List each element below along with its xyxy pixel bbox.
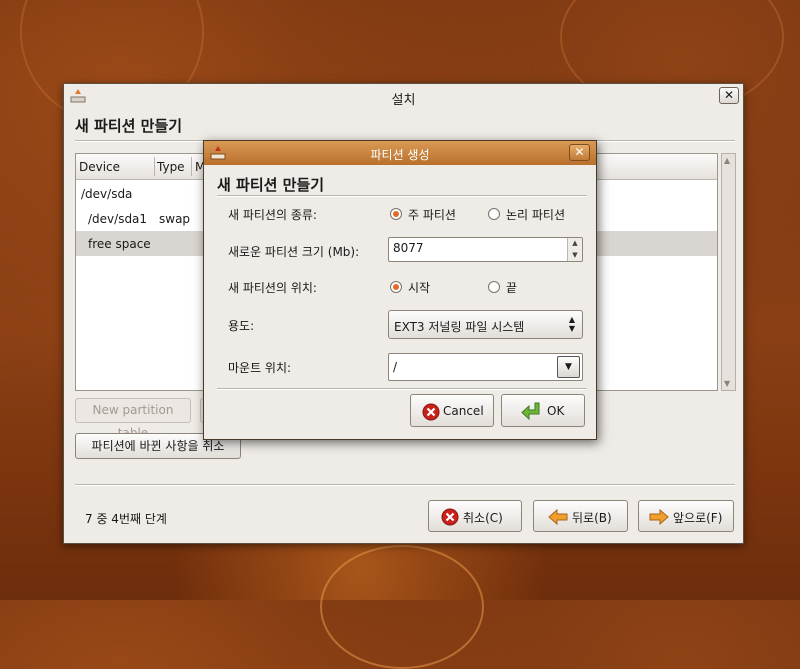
- window-title: 설치: [391, 93, 416, 108]
- radio-primary-partition[interactable]: [390, 208, 402, 220]
- partition-size-spinner[interactable]: ▲ ▼: [388, 237, 583, 262]
- cancel-icon: [422, 403, 440, 421]
- select-arrows-icon: ▲ ▼: [568, 315, 575, 333]
- radio-location-end[interactable]: [488, 281, 500, 293]
- separator: [217, 388, 587, 390]
- radio-location-start[interactable]: [390, 281, 402, 293]
- partition-type-label: 새 파티션의 종류:: [228, 208, 317, 222]
- radio-logical-partition[interactable]: [488, 208, 500, 220]
- window-close-button[interactable]: ✕: [719, 87, 739, 104]
- use-as-label: 용도:: [228, 319, 255, 333]
- spin-up-icon[interactable]: ▲: [568, 238, 582, 250]
- back-arrow-icon: [548, 509, 568, 525]
- separator: [75, 484, 735, 486]
- mount-point-label: 마운트 위치:: [228, 361, 292, 375]
- close-icon: ✕: [574, 145, 585, 159]
- partition-size-input[interactable]: [393, 241, 563, 255]
- column-header-device[interactable]: Device: [79, 160, 120, 174]
- forward-arrow-icon: [649, 509, 669, 525]
- spin-down-icon[interactable]: ▼: [568, 250, 582, 262]
- create-partition-dialog: 파티션 생성 ✕ 새 파티션 만들기 새 파티션의 종류: 주 파티션 논리 파…: [203, 140, 597, 440]
- dialog-title: 파티션 생성: [370, 148, 430, 162]
- dialog-titlebar[interactable]: 파티션 생성 ✕: [204, 141, 596, 165]
- partition-size-label: 새로운 파티션 크기 (Mb):: [228, 245, 360, 259]
- table-scrollbar[interactable]: ▲ ▼: [721, 153, 736, 391]
- filesystem-value: EXT3 저널링 파일 시스템: [394, 320, 525, 334]
- partition-location-label: 새 파티션의 위치:: [228, 281, 317, 295]
- column-divider: [154, 157, 155, 176]
- row-device: /dev/sda: [81, 187, 133, 201]
- radio-logical-label[interactable]: 논리 파티션: [506, 206, 565, 223]
- row-device: /dev/sda1: [88, 212, 148, 226]
- back-button[interactable]: 뒤로(B): [533, 500, 628, 532]
- dialog-heading: 새 파티션 만들기: [217, 176, 325, 194]
- size-spin-buttons[interactable]: ▲ ▼: [567, 238, 582, 261]
- radio-start-label[interactable]: 시작: [408, 279, 430, 296]
- new-partition-table-button[interactable]: New partition table: [75, 398, 191, 440]
- scroll-down-icon[interactable]: ▼: [724, 379, 730, 388]
- column-header-type[interactable]: Type: [157, 160, 185, 174]
- row-device: free space: [88, 237, 151, 251]
- radio-end-label[interactable]: 끝: [506, 279, 517, 296]
- filesystem-select[interactable]: EXT3 저널링 파일 시스템 ▲ ▼: [388, 310, 583, 339]
- forward-button[interactable]: 앞으로(F): [638, 500, 734, 532]
- page-heading: 새 파티션 만들기: [75, 117, 183, 135]
- ok-icon: [521, 402, 540, 421]
- dialog-cancel-button[interactable]: Cancel: [410, 394, 494, 427]
- cancel-button[interactable]: 취소(C): [428, 500, 522, 532]
- window-titlebar[interactable]: 설치 ✕: [64, 84, 743, 108]
- separator: [217, 195, 587, 197]
- dialog-close-button[interactable]: ✕: [569, 144, 590, 161]
- mount-point-combo[interactable]: ▼: [388, 353, 583, 381]
- dialog-ok-label: OK: [547, 404, 565, 418]
- row-type: swap: [159, 212, 191, 226]
- revert-changes-label: 파티션에 바뀐 사항을 취소: [91, 439, 225, 453]
- cancel-icon: [441, 508, 459, 526]
- scroll-up-icon[interactable]: ▲: [724, 156, 730, 165]
- radio-primary-label[interactable]: 주 파티션: [408, 206, 456, 223]
- dropdown-arrow-icon[interactable]: ▼: [557, 356, 580, 378]
- step-indicator: 7 중 4번째 단계: [85, 512, 167, 526]
- wallpaper-swirl: [320, 545, 484, 669]
- cancel-label: 취소(C): [463, 511, 503, 525]
- forward-label: 앞으로(F): [673, 511, 723, 525]
- close-icon: ✕: [723, 88, 735, 102]
- dialog-cancel-label: Cancel: [443, 404, 484, 418]
- dialog-ok-button[interactable]: OK: [501, 394, 585, 427]
- mount-point-input[interactable]: [393, 360, 563, 374]
- back-label: 뒤로(B): [572, 511, 612, 525]
- column-divider: [191, 157, 192, 176]
